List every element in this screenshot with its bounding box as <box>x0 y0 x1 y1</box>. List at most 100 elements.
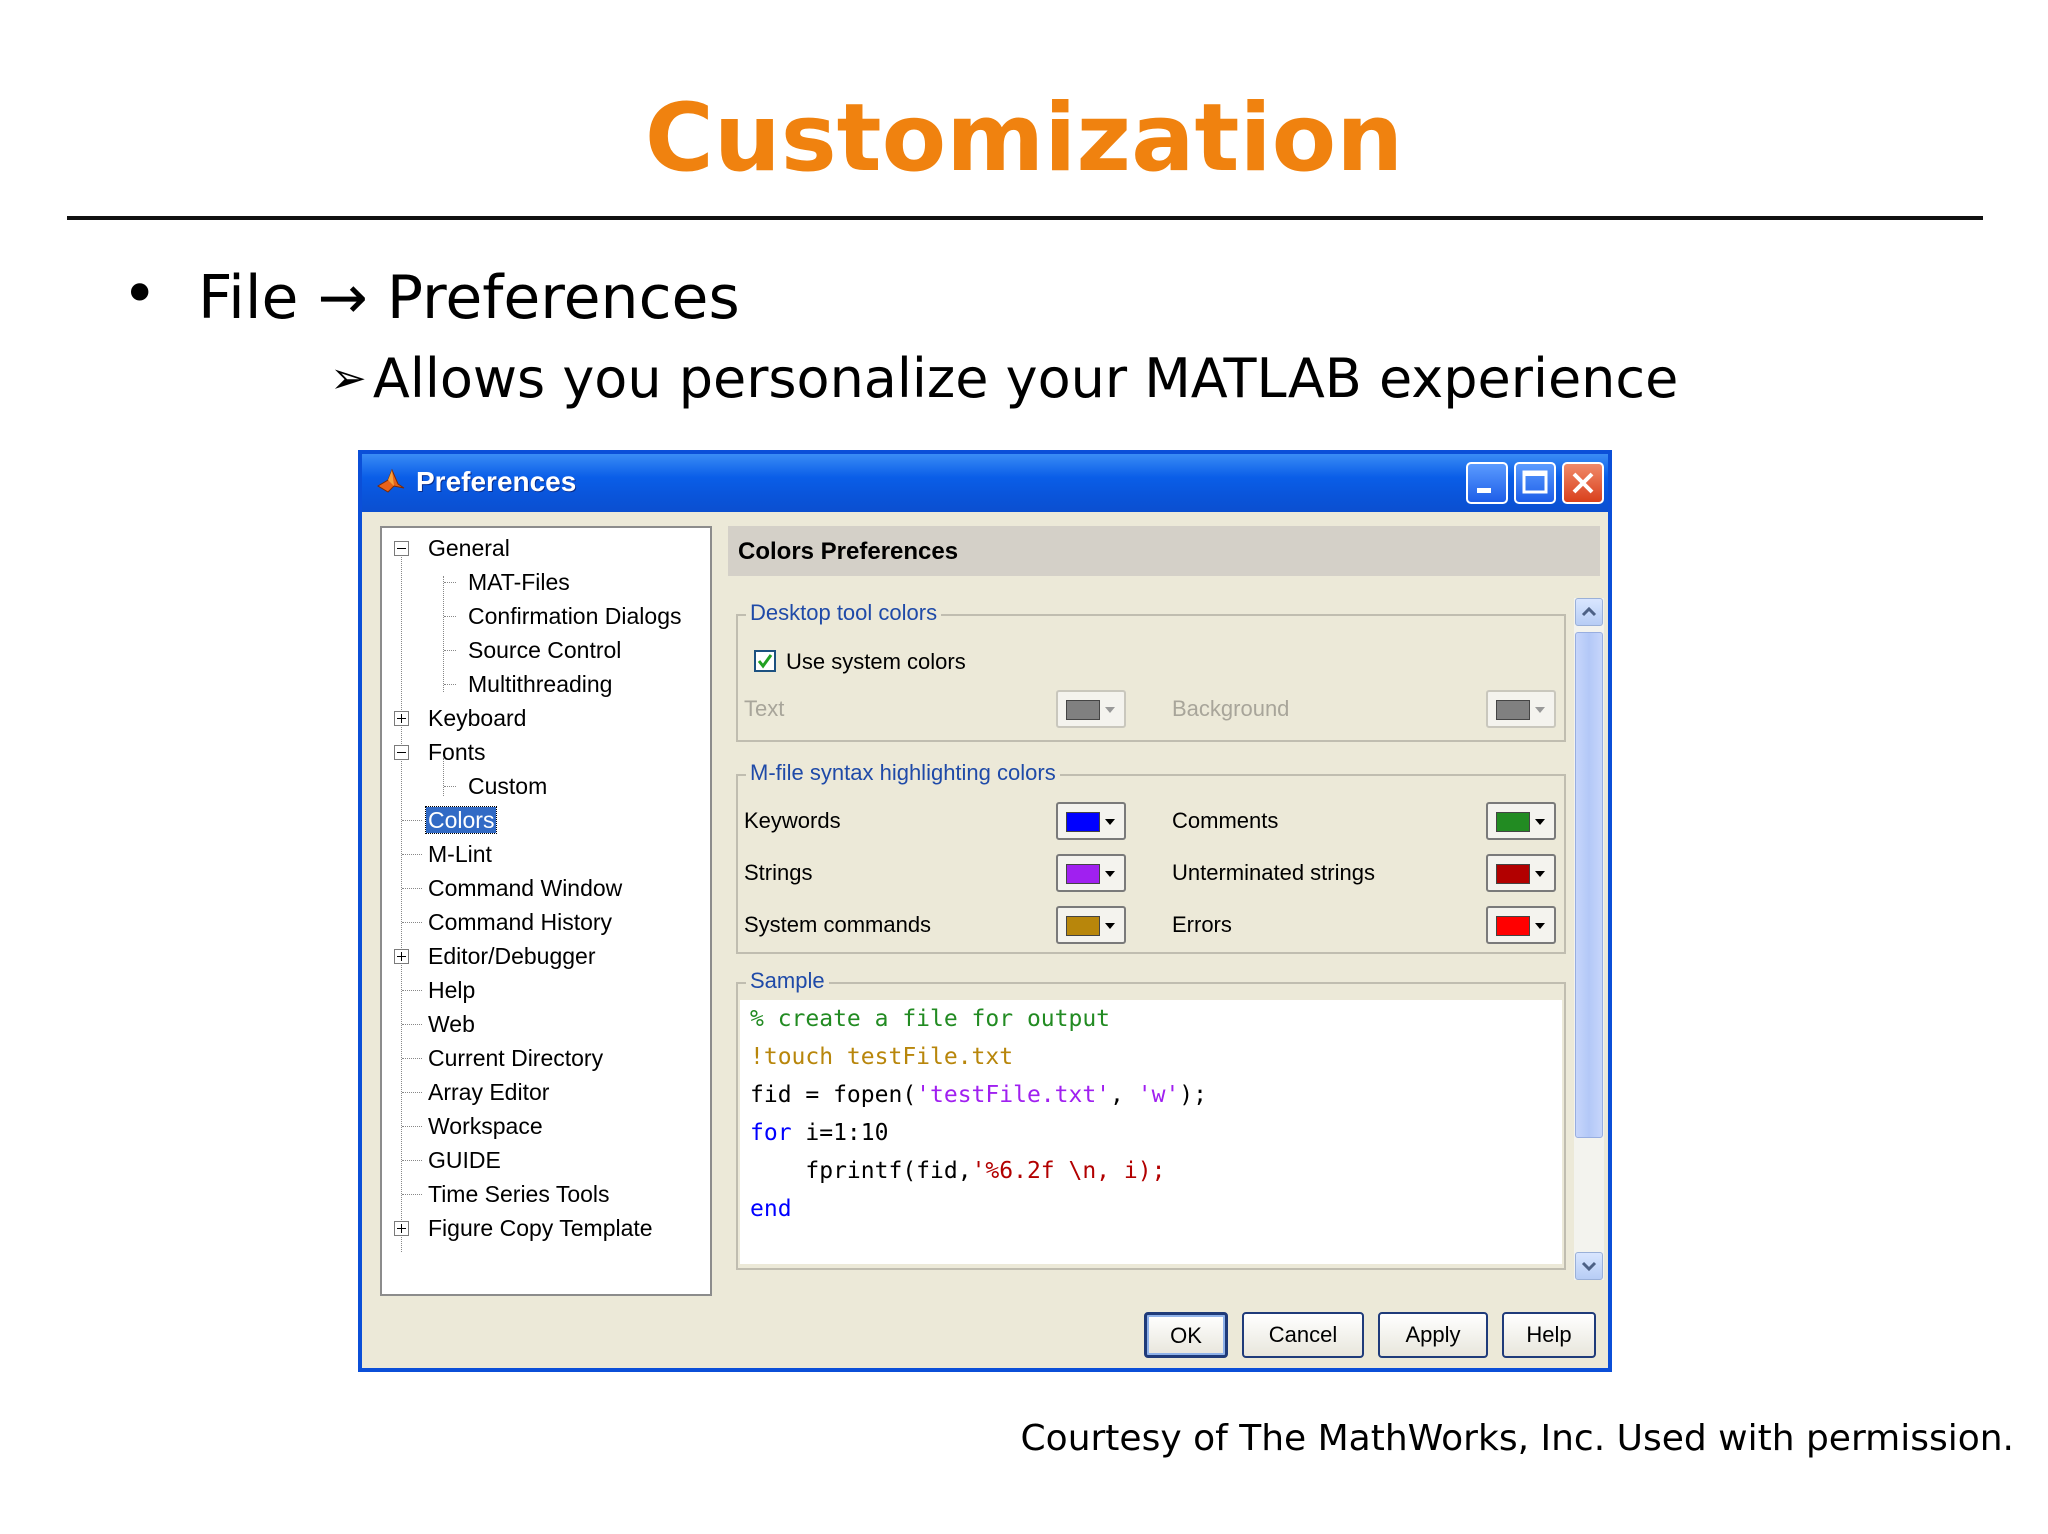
minimize-button[interactable] <box>1466 462 1508 504</box>
chevron-down-icon <box>1100 913 1120 937</box>
background-color-picker[interactable] <box>1486 690 1556 728</box>
comments-color-swatch <box>1496 812 1530 832</box>
checkmark-icon <box>757 654 773 669</box>
preferences-tree[interactable]: General MAT-Files Confirmation Dialogs S… <box>380 526 712 1296</box>
tree-item-confirmation-dialogs[interactable]: Confirmation Dialogs <box>468 601 681 631</box>
tree-item-help[interactable]: Help <box>428 975 475 1005</box>
matlab-logo-icon <box>377 468 405 493</box>
tree-item-source-control[interactable]: Source Control <box>468 635 621 665</box>
maximize-button[interactable] <box>1514 462 1556 504</box>
chevron-up-icon <box>1581 606 1597 617</box>
minimize-icon <box>1477 488 1491 493</box>
expand-icon[interactable] <box>394 949 409 964</box>
code-line-end: end <box>750 1196 792 1222</box>
tree-item-array-editor[interactable]: Array Editor <box>428 1077 549 1107</box>
sample-group: Sample % create a file for output !touch… <box>736 968 1566 1270</box>
preferences-dialog: Preferences General MAT-Files Confirmati… <box>358 450 1612 1372</box>
sub-bullet-text: Allows you personalize your MATLAB exper… <box>372 347 1679 410</box>
strings-label: Strings <box>744 860 813 885</box>
unterminated-strings-color-swatch <box>1496 864 1530 884</box>
errors-color-picker[interactable] <box>1486 906 1556 944</box>
use-system-colors-label: Use system colors <box>786 649 966 674</box>
tree-item-command-window[interactable]: Command Window <box>428 873 622 903</box>
tree-item-colors[interactable]: Colors <box>424 805 498 835</box>
tree-item-workspace[interactable]: Workspace <box>428 1111 543 1141</box>
chevron-down-icon <box>1100 809 1120 833</box>
keywords-color-picker[interactable] <box>1056 802 1126 840</box>
close-icon <box>1572 472 1594 494</box>
apply-button[interactable]: Apply <box>1378 1312 1488 1358</box>
code-line-for: for i=1:10 <box>750 1120 889 1146</box>
system-commands-color-swatch <box>1066 916 1100 936</box>
ok-button[interactable]: OK <box>1144 1312 1228 1358</box>
chevron-down-icon <box>1530 809 1550 833</box>
courtesy-note: Courtesy of The MathWorks, Inc. Used wit… <box>1020 1418 2014 1459</box>
text-color-picker[interactable] <box>1056 690 1126 728</box>
background-color-swatch <box>1496 700 1530 720</box>
code-line-fopen: fid = fopen('testFile.txt', 'w'); <box>750 1082 1207 1108</box>
errors-color-swatch <box>1496 916 1530 936</box>
code-line-system-command: !touch testFile.txt <box>750 1044 1014 1070</box>
syntax-colors-group: M-file syntax highlighting colors Keywor… <box>736 760 1566 954</box>
bullet-preferences-text: Preferences <box>386 263 740 333</box>
strings-color-swatch <box>1066 864 1100 884</box>
sub-bullet: ➢ Allows you personalize your MATLAB expe… <box>330 352 1678 406</box>
strings-color-picker[interactable] <box>1056 854 1126 892</box>
text-color-label: Text <box>744 696 785 721</box>
syntax-colors-legend: M-file syntax highlighting colors <box>746 760 1060 786</box>
tree-item-guide[interactable]: GUIDE <box>428 1145 501 1175</box>
sample-legend: Sample <box>746 968 829 994</box>
maximize-icon <box>1522 470 1548 494</box>
desktop-tool-colors-group: Desktop tool colors Use system colors Te… <box>736 600 1566 742</box>
comments-color-picker[interactable] <box>1486 802 1556 840</box>
bullet-dot-icon: • <box>122 259 158 329</box>
dialog-title: Preferences <box>416 466 577 497</box>
background-color-label: Background <box>1172 696 1290 721</box>
comments-label: Comments <box>1172 808 1279 833</box>
code-line-comment: % create a file for output <box>750 1006 1111 1032</box>
unterminated-strings-color-picker[interactable] <box>1486 854 1556 892</box>
close-button[interactable] <box>1562 462 1604 504</box>
scroll-up-button[interactable] <box>1575 598 1603 626</box>
slide-title: Customization <box>644 84 1404 193</box>
colors-preferences-panel: Colors Preferences Desktop tool colors U… <box>728 526 1604 1296</box>
use-system-colors-checkbox[interactable] <box>754 650 776 672</box>
code-line-fprintf: fprintf(fid,'%6.2f \n, i); <box>750 1158 1166 1184</box>
tree-item-web[interactable]: Web <box>428 1009 475 1039</box>
right-arrow-icon: → <box>317 263 368 333</box>
text-color-swatch <box>1066 700 1100 720</box>
panel-scrollbar[interactable] <box>1574 598 1604 1280</box>
chevron-down-icon <box>1100 861 1120 885</box>
bullet-file-text: File <box>198 263 299 333</box>
chevron-down-icon <box>1530 913 1550 937</box>
system-commands-label: System commands <box>744 912 932 937</box>
tree-item-time-series-tools[interactable]: Time Series Tools <box>428 1179 610 1209</box>
tree-item-current-directory[interactable]: Current Directory <box>428 1043 603 1073</box>
system-commands-color-picker[interactable] <box>1056 906 1126 944</box>
tree-item-multithreading[interactable]: Multithreading <box>468 669 612 699</box>
tree-item-m-lint[interactable]: M-Lint <box>428 839 492 869</box>
scrollbar-thumb[interactable] <box>1575 632 1603 1138</box>
unterminated-strings-label: Unterminated strings <box>1172 860 1375 885</box>
panel-header: Colors Preferences <box>728 526 1600 576</box>
expand-icon[interactable] <box>394 1221 409 1236</box>
scroll-down-button[interactable] <box>1575 1252 1603 1280</box>
expand-icon[interactable] <box>394 711 409 726</box>
collapse-icon[interactable] <box>394 541 409 556</box>
chevron-down-icon <box>1530 861 1550 885</box>
chevron-down-icon <box>1581 1261 1597 1272</box>
keywords-label: Keywords <box>744 808 841 833</box>
cancel-button[interactable]: Cancel <box>1242 1312 1364 1358</box>
collapse-icon[interactable] <box>394 745 409 760</box>
chevron-down-icon <box>1100 697 1120 721</box>
sample-code-area: % create a file for output !touch testFi… <box>740 1000 1562 1264</box>
arrowhead-bullet-icon: ➢ <box>330 353 367 404</box>
help-button[interactable]: Help <box>1502 1312 1596 1358</box>
tree-item-mat-files[interactable]: MAT-Files <box>468 567 570 597</box>
tree-item-command-history[interactable]: Command History <box>428 907 612 937</box>
dialog-titlebar[interactable]: Preferences <box>362 454 1608 512</box>
keywords-color-swatch <box>1066 812 1100 832</box>
tree-item-custom[interactable]: Custom <box>468 771 547 801</box>
desktop-tool-colors-legend: Desktop tool colors <box>746 600 942 626</box>
title-divider <box>67 216 1983 220</box>
